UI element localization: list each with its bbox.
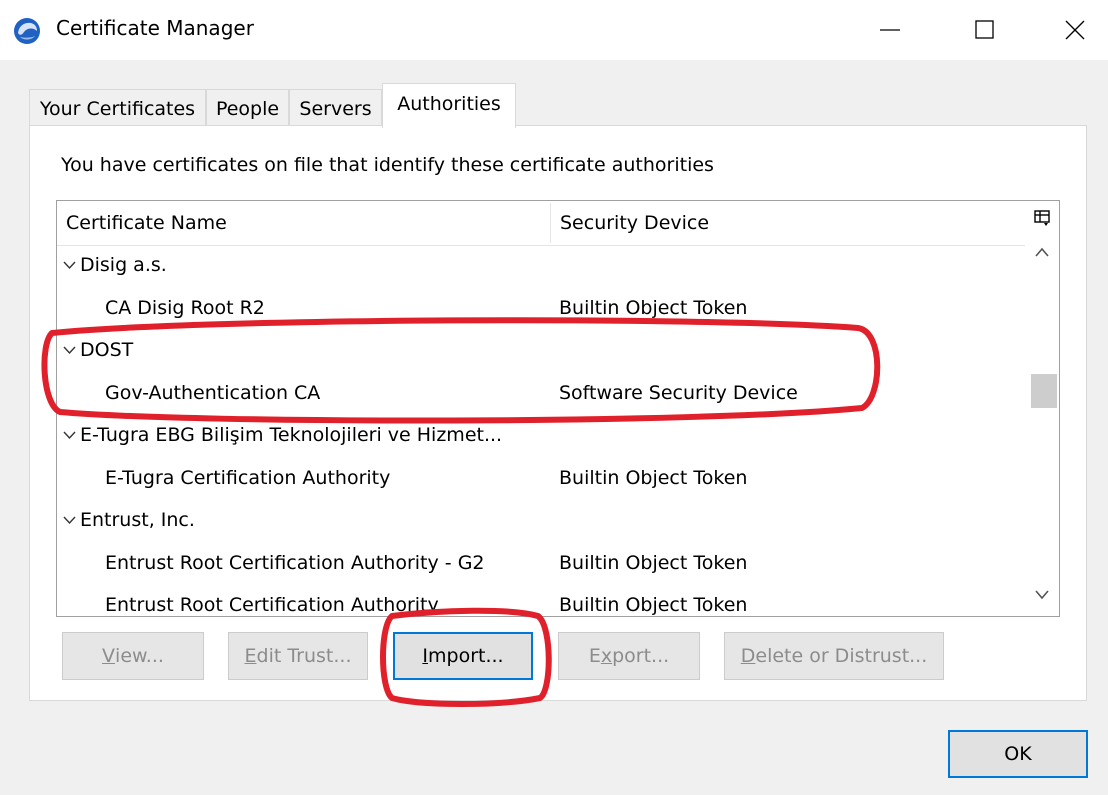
- close-window-button[interactable]: [1040, 0, 1108, 60]
- security-device-cell: Builtin Object Token: [559, 466, 748, 489]
- chevron-down-icon[interactable]: [63, 254, 78, 276]
- title-bar: Certificate Manager: [0, 0, 1108, 60]
- scroll-down-arrow-icon[interactable]: [1034, 589, 1050, 601]
- view-label: iew...: [115, 645, 164, 667]
- maximize-icon: [975, 20, 994, 39]
- security-device-cell: Builtin Object Token: [559, 594, 748, 616]
- tree-group-row[interactable]: E-Tugra EBG Bilişim Teknolojileri ve Hiz…: [57, 415, 1025, 457]
- tree-group-row[interactable]: DOST: [57, 330, 1025, 372]
- group-name-cell: Disig a.s.: [63, 254, 167, 276]
- row-name-text: E-Tugra EBG Bilişim Teknolojileri ve Hiz…: [80, 424, 503, 446]
- close-icon: [1065, 20, 1085, 40]
- tab-your-certificates[interactable]: Your Certificates: [29, 89, 206, 127]
- delete-mnemonic: D: [740, 645, 756, 667]
- certificate-name-cell: Entrust Root Certification Authority: [105, 594, 439, 616]
- certificate-name-cell: Gov-Authentication CA: [105, 382, 320, 404]
- maximize-button[interactable]: [950, 0, 1020, 60]
- certificate-name-cell: Entrust Root Certification Authority - G…: [105, 552, 485, 574]
- row-name-text: DOST: [80, 339, 134, 361]
- export-button[interactable]: Ex port...: [558, 632, 700, 680]
- row-name-text: Entrust, Inc.: [80, 509, 195, 531]
- security-device-cell: Builtin Object Token: [559, 296, 748, 319]
- vertical-scrollbar[interactable]: [1025, 233, 1059, 616]
- view-button[interactable]: View...: [62, 632, 204, 680]
- security-device-cell: Software Security Device: [559, 381, 798, 404]
- edit-trust-label: dit Trust...: [256, 645, 352, 667]
- chevron-down-icon[interactable]: [63, 509, 78, 531]
- table-header: Certificate Name Security Device: [57, 201, 1025, 246]
- chevron-down-icon[interactable]: [63, 339, 78, 361]
- ok-button[interactable]: OK: [948, 730, 1088, 778]
- tab-servers[interactable]: Servers: [289, 89, 382, 127]
- tree-cert-row[interactable]: E-Tugra Certification Authority Builtin O…: [57, 458, 1025, 500]
- delete-label: elete or Distrust...: [755, 645, 928, 667]
- window-title: Certificate Manager: [56, 16, 254, 40]
- delete-or-distrust-button[interactable]: Delete or Distrust...: [724, 632, 944, 680]
- column-picker-icon[interactable]: [1034, 210, 1052, 228]
- tree-cert-row[interactable]: CA Disig Root R2 Builtin Object Token: [57, 288, 1025, 330]
- security-device-cell: Builtin Object Token: [559, 551, 748, 574]
- column-separator[interactable]: [550, 203, 551, 243]
- row-name-text: Entrust Root Certification Authority - G…: [105, 551, 485, 574]
- edit-trust-button[interactable]: Edit Trust...: [228, 632, 368, 680]
- export-label: port...: [612, 645, 670, 667]
- column-header-security-device[interactable]: Security Device: [560, 212, 709, 234]
- tree-cert-row[interactable]: Entrust Root Certification Authority - G…: [57, 543, 1025, 585]
- edit-trust-mnemonic: E: [244, 645, 257, 667]
- tab-authorities[interactable]: Authorities: [382, 83, 516, 128]
- tree-cert-row[interactable]: Entrust Root Certification Authority Buil…: [57, 585, 1025, 616]
- certificate-name-cell: E-Tugra Certification Authority: [105, 467, 390, 489]
- certificate-tree[interactable]: Certificate Name Security Device Disig a…: [56, 200, 1060, 617]
- view-mnemonic: V: [102, 645, 116, 667]
- import-label: mport...: [428, 645, 504, 667]
- description-text: You have certificates on file that ident…: [61, 154, 714, 176]
- scrollbar-thumb[interactable]: [1031, 374, 1057, 408]
- import-button[interactable]: Import...: [393, 632, 533, 680]
- thunderbird-app-icon: [14, 18, 40, 44]
- tree-group-row[interactable]: Entrust, Inc.: [57, 500, 1025, 542]
- export-mnemonic: x: [600, 645, 613, 667]
- group-name-cell: E-Tugra EBG Bilişim Teknolojileri ve Hiz…: [63, 424, 502, 446]
- chevron-down-icon[interactable]: [63, 424, 78, 446]
- tree-cert-row[interactable]: Gov-Authentication CA Software Security D…: [57, 373, 1025, 415]
- minimize-icon: [880, 29, 900, 31]
- tree-group-row[interactable]: Disig a.s.: [57, 245, 1025, 287]
- row-name-text: E-Tugra Certification Authority: [105, 466, 391, 489]
- export-label-pre: E: [588, 645, 601, 667]
- row-name-text: CA Disig Root R2: [105, 296, 265, 319]
- column-header-certificate-name[interactable]: Certificate Name: [66, 212, 227, 234]
- minimize-button[interactable]: [855, 0, 925, 60]
- group-name-cell: Entrust, Inc.: [63, 509, 195, 531]
- certificate-name-cell: CA Disig Root R2: [105, 297, 265, 319]
- row-name-text: Gov-Authentication CA: [105, 381, 321, 404]
- tab-people[interactable]: People: [206, 89, 289, 127]
- group-name-cell: DOST: [63, 339, 133, 361]
- row-name-text: Entrust Root Certification Authority: [105, 594, 439, 616]
- row-name-text: Disig a.s.: [80, 254, 167, 276]
- scroll-up-arrow-icon[interactable]: [1034, 246, 1050, 258]
